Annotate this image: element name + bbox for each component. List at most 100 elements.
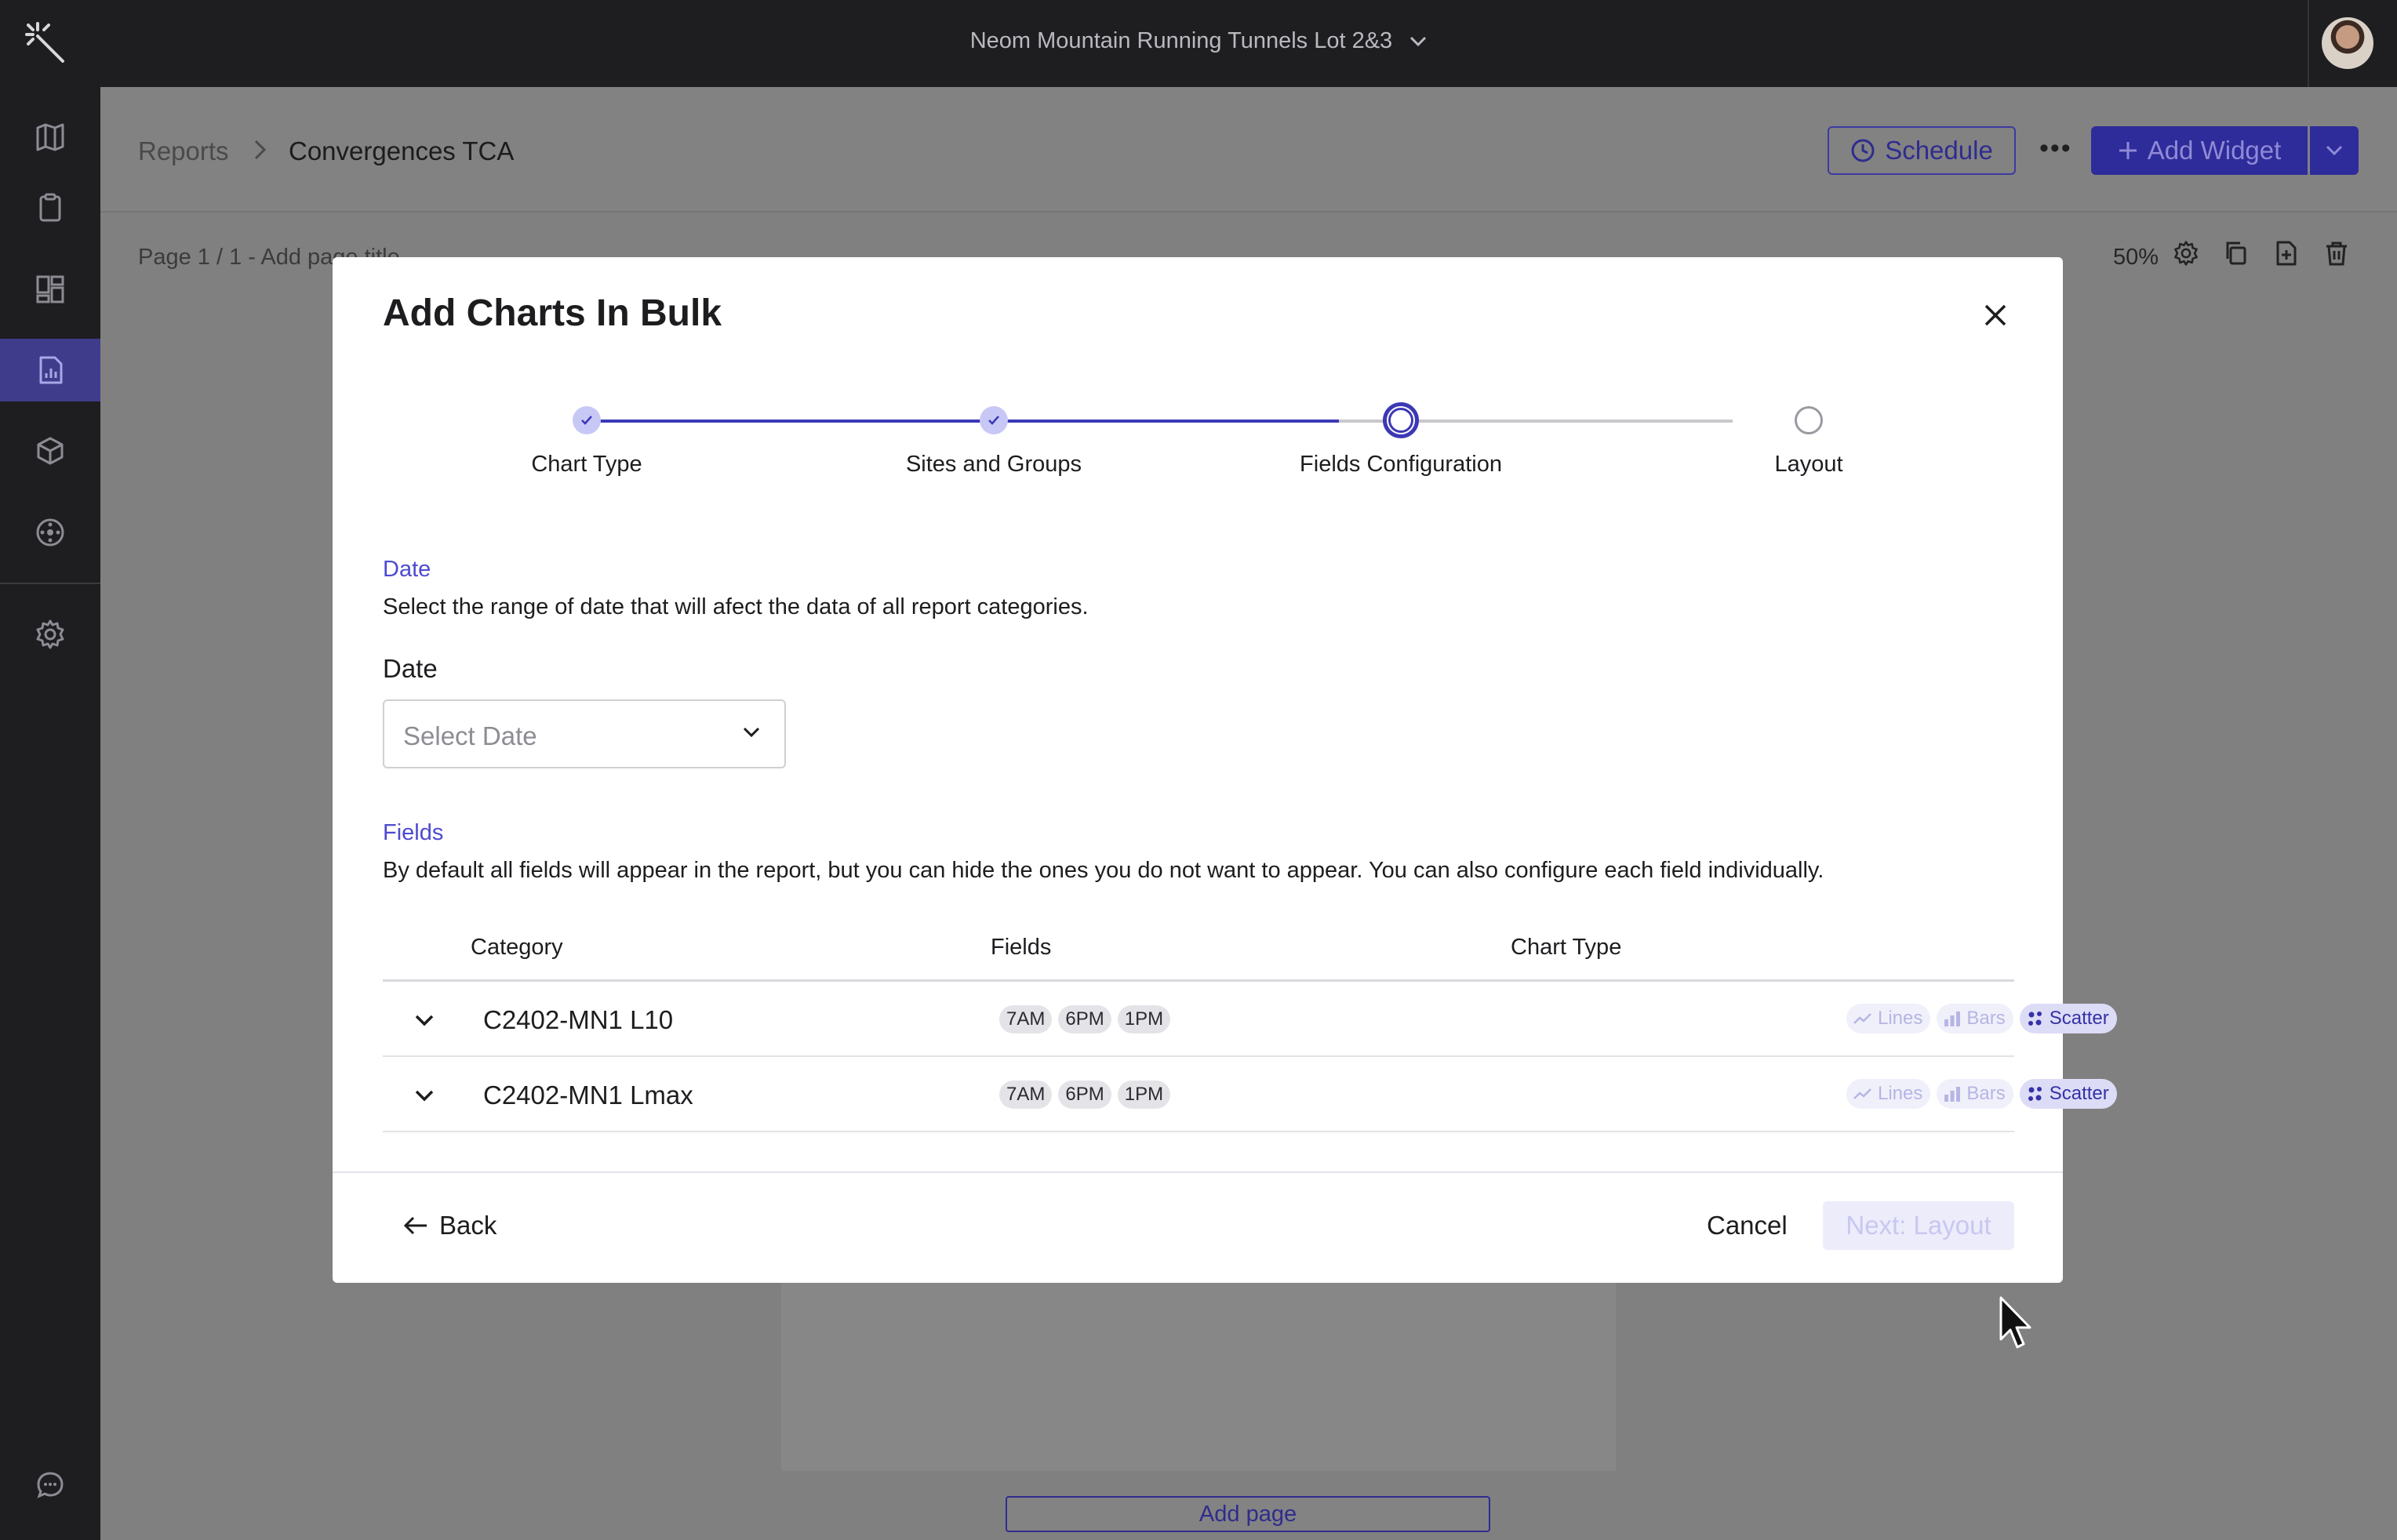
arrow-left-icon — [403, 1216, 427, 1235]
chevron-down-icon[interactable] — [413, 1008, 436, 1032]
scatter-chart-icon — [2028, 1087, 2042, 1101]
copy-icon[interactable] — [2223, 240, 2250, 267]
date-section-description: Select the range of date that will afect… — [383, 594, 1089, 619]
chart-type-lines[interactable]: Lines — [1846, 1004, 1931, 1033]
step-label-fields-configuration[interactable]: Fields Configuration — [1300, 452, 1502, 478]
field-chip[interactable]: 7AM — [999, 1005, 1053, 1033]
sidebar-divider — [0, 583, 100, 584]
field-chip[interactable]: 7AM — [999, 1081, 1053, 1109]
modal-footer-divider — [333, 1171, 2063, 1173]
breadcrumb-current: Convergences TCA — [289, 136, 515, 165]
add-page-button[interactable]: Add page — [1006, 1496, 1490, 1532]
cube-icon — [37, 437, 64, 465]
chart-type-label: Bars — [1966, 1008, 2006, 1029]
column-header-fields: Fields — [991, 935, 1052, 960]
row-category: C2402-MN1 Lmax — [483, 1081, 693, 1110]
clipboard-icon — [39, 193, 61, 222]
map-icon — [36, 123, 64, 151]
date-section-label: Date — [383, 557, 431, 582]
add-widget-label: Add Widget — [2147, 136, 2282, 165]
column-header-category: Category — [471, 935, 563, 960]
schedule-label: Schedule — [1885, 136, 1993, 165]
chart-type-label: Bars — [1966, 1083, 2006, 1104]
next-layout-button[interactable]: Next: Layout — [1823, 1201, 2014, 1250]
line-chart-icon — [1853, 1013, 1871, 1024]
sidebar-item-dashboards[interactable] — [0, 258, 100, 321]
more-options-icon[interactable]: ••• — [2039, 133, 2072, 164]
step-label-chart-type[interactable]: Chart Type — [531, 452, 642, 478]
fields-section-label: Fields — [383, 820, 444, 845]
row-chart-types: Lines Bars Scatter — [1846, 1079, 2117, 1109]
step-4-todo-indicator — [1795, 406, 1823, 434]
chart-type-scatter[interactable]: Scatter — [2019, 1079, 2117, 1109]
chart-type-label: Scatter — [2049, 1083, 2109, 1104]
chart-type-bars[interactable]: Bars — [1937, 1079, 2013, 1109]
step-2-done-indicator — [980, 406, 1008, 434]
date-select[interactable]: Select Date — [383, 699, 786, 768]
step-1-done-indicator — [573, 406, 601, 434]
chevron-right-icon — [254, 140, 267, 160]
chevron-down-icon — [743, 727, 760, 738]
sidebar-item-reports[interactable] — [0, 339, 100, 401]
chart-type-label: Lines — [1878, 1008, 1923, 1029]
bar-chart-icon — [1944, 1012, 1961, 1026]
wizard-stepper: Chart Type Sites and Groups Fields Confi… — [333, 257, 2063, 492]
sidebar-item-settings[interactable] — [0, 603, 100, 666]
column-header-chart-type: Chart Type — [1511, 935, 1622, 960]
chevron-down-icon — [2326, 145, 2343, 156]
project-name: Neom Mountain Running Tunnels Lot 2&3 — [969, 28, 1393, 53]
chart-type-lines[interactable]: Lines — [1846, 1079, 1931, 1109]
table-row[interactable]: C2402-MN1 Lmax 7AM 6PM 1PM Lines Bars Sc… — [383, 1057, 2117, 1132]
trash-icon[interactable] — [2323, 240, 2350, 267]
sidebar-item-map[interactable] — [0, 106, 100, 169]
cancel-button[interactable]: Cancel — [1707, 1211, 1788, 1240]
add-widget-dropdown[interactable] — [2310, 126, 2359, 175]
project-selector[interactable]: Neom Mountain Running Tunnels Lot 2&3 — [0, 28, 2397, 54]
field-chip[interactable]: 1PM — [1117, 1081, 1171, 1109]
page-tools — [2173, 240, 2350, 267]
bar-chart-icon — [1944, 1087, 1961, 1102]
dashboard-icon — [36, 275, 64, 303]
gear-icon[interactable] — [2173, 240, 2199, 267]
chart-type-bars[interactable]: Bars — [1937, 1004, 2013, 1033]
check-icon — [581, 416, 592, 425]
sidebar-item-models[interactable] — [0, 420, 100, 482]
check-icon — [988, 416, 999, 425]
chevron-down-icon — [1410, 37, 1427, 47]
gear-icon — [36, 619, 64, 649]
topbar-divider — [2308, 0, 2309, 87]
sidebar-item-targets[interactable] — [0, 501, 100, 564]
plus-icon — [2119, 142, 2137, 159]
add-file-icon[interactable] — [2273, 240, 2300, 267]
sidebar-item-tasks[interactable] — [0, 176, 100, 239]
add-charts-modal: Add Charts In Bulk Chart Type Sites and … — [333, 257, 2117, 1283]
step-label-sites-groups[interactable]: Sites and Groups — [906, 452, 1082, 478]
report-icon — [39, 356, 63, 384]
top-bar: Neom Mountain Running Tunnels Lot 2&3 — [0, 0, 2397, 87]
sidebar — [0, 87, 100, 1540]
target-icon — [36, 518, 64, 547]
field-chip[interactable]: 6PM — [1058, 1005, 1111, 1033]
breadcrumb-reports[interactable]: Reports — [138, 136, 229, 166]
step-label-layout[interactable]: Layout — [1774, 452, 1842, 478]
row-fields: 7AM 6PM 1PM — [999, 1005, 1171, 1033]
back-label: Back — [439, 1211, 497, 1240]
add-page-label: Add page — [1198, 1501, 1297, 1527]
schedule-button[interactable]: Schedule — [1828, 126, 2016, 175]
next-label: Next: Layout — [1846, 1211, 1991, 1240]
back-button[interactable]: Back — [403, 1211, 496, 1240]
chart-type-label: Lines — [1878, 1083, 1923, 1104]
field-chip[interactable]: 1PM — [1117, 1005, 1171, 1033]
chart-type-scatter[interactable]: Scatter — [2019, 1004, 2117, 1033]
field-chip[interactable]: 6PM — [1058, 1081, 1111, 1109]
date-field-label: Date — [383, 654, 438, 683]
zoom-level: 50% — [2113, 245, 2159, 270]
chart-type-label: Scatter — [2049, 1008, 2109, 1029]
row-chart-types: Lines Bars Scatter — [1846, 1004, 2117, 1033]
user-avatar[interactable] — [2322, 17, 2373, 69]
chevron-down-icon[interactable] — [413, 1084, 436, 1107]
table-row[interactable]: C2402-MN1 L10 7AM 6PM 1PM Lines Bars Sca… — [383, 982, 2117, 1057]
add-widget-button[interactable]: Add Widget — [2091, 126, 2308, 175]
clock-icon — [1851, 139, 1875, 162]
chat-icon[interactable] — [35, 1469, 66, 1501]
